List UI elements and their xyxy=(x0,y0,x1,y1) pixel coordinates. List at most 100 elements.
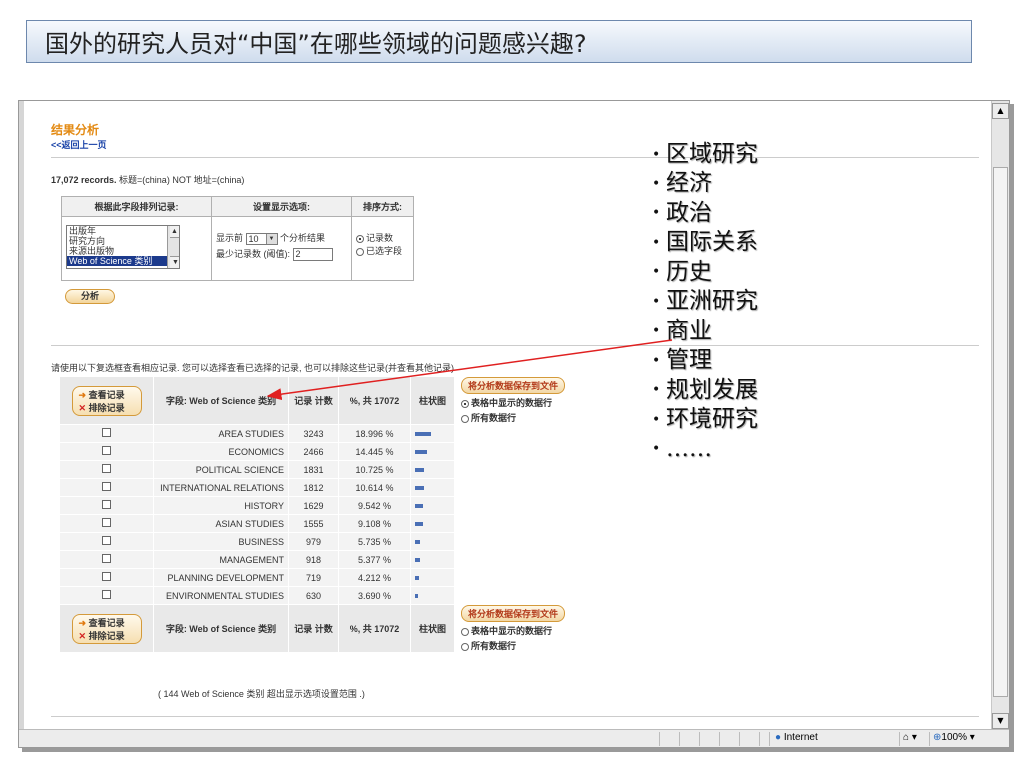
exclude-records-button[interactable]: ✕ 排除记录 xyxy=(73,629,141,642)
category-cell: MANAGEMENT xyxy=(153,550,289,569)
bullet-text: 规划发展 xyxy=(666,376,758,403)
results-table: ➜ 查看记录 ✕ 排除记录 字段: Web of Science 类别 记录 计… xyxy=(59,376,571,653)
arrow-right-icon: ➜ xyxy=(78,617,87,628)
exclude-records-button[interactable]: ✕ 排除记录 xyxy=(73,401,141,414)
row-checkbox[interactable] xyxy=(102,482,111,491)
page-title: 结果分析 xyxy=(51,123,100,137)
bar-mark xyxy=(415,576,419,581)
bullet-text: 管理 xyxy=(666,347,712,374)
show-top-label: 显示前 xyxy=(216,233,244,243)
row-checkbox-cell xyxy=(59,424,154,443)
analyze-button[interactable]: 分析 xyxy=(65,289,115,304)
zone-indicator: ● Internet xyxy=(775,732,818,743)
percent-cell: 3.690 % xyxy=(338,586,411,605)
row-checkbox[interactable] xyxy=(102,428,111,437)
save-data-button[interactable]: 将分析数据保存到文件 xyxy=(461,605,566,622)
percent-cell: 5.377 % xyxy=(338,550,411,569)
zoom-level: 100% xyxy=(941,732,967,743)
scroll-up-icon[interactable]: ▲ xyxy=(992,103,1009,119)
table-row: AREA STUDIES 3243 18.996 % xyxy=(59,424,571,443)
save-table-radio[interactable] xyxy=(461,627,469,636)
row-checkbox[interactable] xyxy=(102,500,111,509)
row-checkbox[interactable] xyxy=(102,572,111,581)
show-top-value: 10 xyxy=(248,233,259,244)
empty-cell xyxy=(453,424,571,443)
bullet-item: • 国际关系 xyxy=(652,228,758,257)
divider xyxy=(51,157,979,158)
bar-cell xyxy=(410,460,455,479)
save-table-radio[interactable] xyxy=(461,399,469,408)
bullet-dot-icon: • xyxy=(652,352,661,369)
count-cell: 1629 xyxy=(288,496,339,515)
list-option-selected[interactable]: Web of Science 类别 xyxy=(67,256,179,266)
scroll-down-icon[interactable]: ▼ xyxy=(170,256,179,268)
list-option[interactable]: 来源出版物 xyxy=(67,246,179,256)
table-row: PLANNING DEVELOPMENT 719 4.212 % xyxy=(59,568,571,587)
bullet-dot-icon: • xyxy=(652,146,661,163)
bullet-text: 区域研究 xyxy=(666,141,758,167)
field-listbox[interactable]: 出版年 研究方向 来源出版物 Web of Science 类别 ▲ ▼ xyxy=(66,225,180,269)
row-checkbox[interactable] xyxy=(102,518,111,527)
row-checkbox[interactable] xyxy=(102,446,111,455)
sort-count-radio[interactable] xyxy=(356,234,364,243)
status-cell xyxy=(659,732,660,746)
save-data-button[interactable]: 将分析数据保存到文件 xyxy=(461,377,566,394)
category-cell: BUSINESS xyxy=(153,532,289,551)
bar-mark xyxy=(415,540,420,545)
row-checkbox[interactable] xyxy=(102,536,111,545)
row-checkbox-cell xyxy=(59,568,154,587)
min-records-input[interactable]: 2 xyxy=(292,247,333,261)
list-option[interactable]: 研究方向 xyxy=(67,236,179,246)
bullet-dot-icon: • xyxy=(652,441,661,458)
save-all-radio[interactable] xyxy=(461,414,469,423)
bar-cell xyxy=(410,442,455,461)
exclude-records-label: 排除记录 xyxy=(88,630,125,641)
protected-mode-menu[interactable]: ⌂ ▾ xyxy=(903,732,917,743)
view-records-button[interactable]: ➜ 查看记录 xyxy=(73,616,141,629)
category-cell: AREA STUDIES xyxy=(153,424,289,443)
bar-cell xyxy=(410,550,455,569)
sort-by-header: 排序方式: xyxy=(351,196,414,217)
row-checkbox-cell xyxy=(59,460,154,479)
row-checkbox-cell xyxy=(59,550,154,569)
scroll-up-icon[interactable]: ▲ xyxy=(170,226,179,238)
row-checkbox[interactable] xyxy=(102,590,111,599)
table-row: ECONOMICS 2466 14.445 % xyxy=(59,442,571,461)
bullet-dot-icon: • xyxy=(652,382,661,399)
list-option[interactable]: 出版年 xyxy=(67,226,179,236)
scroll-thumb[interactable] xyxy=(993,167,1008,697)
record-actions: ➜ 查看记录 ✕ 排除记录 xyxy=(71,385,142,416)
listbox-scrollbar[interactable]: ▲ ▼ xyxy=(167,226,179,268)
vertical-scrollbar[interactable]: ▲ ▼ xyxy=(991,101,1009,731)
empty-cell xyxy=(453,514,571,533)
globe-icon: ● xyxy=(775,732,782,743)
scroll-down-icon[interactable]: ▼ xyxy=(992,713,1009,729)
row-checkbox[interactable] xyxy=(102,554,111,563)
category-cell: ECONOMICS xyxy=(153,442,289,461)
chevron-down-icon[interactable]: ▼ xyxy=(265,233,277,244)
save-table-label: 表格中显示的数据行 xyxy=(471,626,553,636)
records-count: 17,072 records. xyxy=(51,175,117,185)
records-query: 标题=(china) NOT 地址=(china) xyxy=(116,175,245,185)
display-options-header: 设置显示选项: xyxy=(211,196,352,217)
bullet-item: • 规划发展 xyxy=(652,376,758,405)
bar-cell xyxy=(410,586,455,605)
status-cell xyxy=(759,732,760,746)
results-body: AREA STUDIES 3243 18.996 % ECONOMICS 2466 14.… xyxy=(59,424,571,605)
web-page: 结果分析 <<返回上一页 17,072 records. 标题=(china) … xyxy=(33,101,983,731)
bar-cell xyxy=(410,424,455,443)
row-checkbox[interactable] xyxy=(102,464,111,473)
zoom-control[interactable]: ⊕100% ▾ xyxy=(933,732,975,743)
back-link[interactable]: <<返回上一页 xyxy=(51,138,107,151)
save-all-radio[interactable] xyxy=(461,642,469,651)
sort-field-radio[interactable] xyxy=(356,247,364,256)
action-footer: ➜ 查看记录 ✕ 排除记录 xyxy=(59,604,154,653)
count-cell: 719 xyxy=(288,568,339,587)
empty-cell xyxy=(453,586,571,605)
save-options-cell: 将分析数据保存到文件 表格中显示的数据行 所有数据行 xyxy=(453,376,571,425)
browser-screenshot: 结果分析 <<返回上一页 17,072 records. 标题=(china) … xyxy=(18,100,1010,748)
chevron-down-icon: ▾ xyxy=(911,732,917,743)
bullet-item: • 历史 xyxy=(652,258,758,287)
view-records-button[interactable]: ➜ 查看记录 xyxy=(73,388,141,401)
show-top-select[interactable]: 10 ▼ xyxy=(245,232,278,245)
